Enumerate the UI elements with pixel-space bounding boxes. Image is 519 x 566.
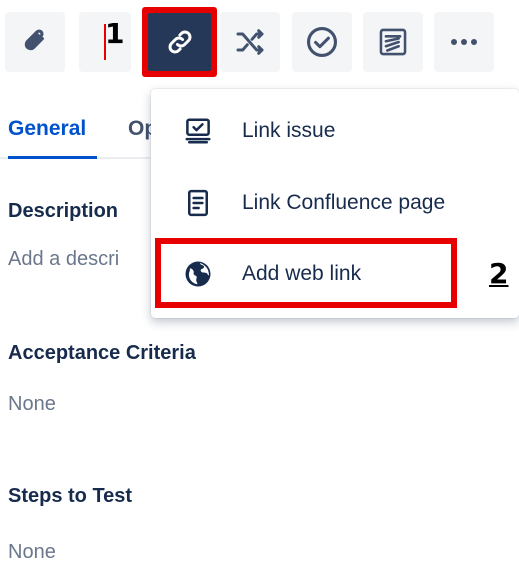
more-button[interactable] (434, 12, 494, 72)
menu-item-label: Link issue (242, 119, 336, 142)
link-button[interactable] (142, 7, 217, 77)
issue-panel: 1 General Op Description Add a descri Ac… (0, 0, 519, 566)
step-1-annotation: 1 (105, 17, 125, 50)
step-2-annotation: 2 (489, 257, 509, 290)
tab-general[interactable]: General (8, 118, 86, 139)
attach-button[interactable] (5, 12, 65, 72)
menu-item-label: Add web link (242, 262, 362, 285)
menu-item-link-issue[interactable]: Link issue (151, 101, 519, 161)
steps-to-test-label: Steps to Test (8, 485, 133, 507)
link-button-active (148, 13, 211, 71)
confluence-page-icon (181, 186, 215, 220)
template-button[interactable] (363, 12, 423, 72)
description-label: Description (8, 200, 119, 222)
paperclip-icon (19, 26, 51, 58)
link-issue-icon (181, 114, 215, 148)
link-icon (165, 27, 195, 57)
template-icon (376, 25, 410, 59)
acceptance-criteria-label: Acceptance Criteria (8, 342, 196, 364)
acceptance-criteria-field[interactable]: None (8, 394, 56, 414)
more-icon (450, 38, 478, 46)
tab-active-indicator (8, 156, 97, 159)
check-circle-icon (305, 25, 339, 59)
menu-item-add-web-link[interactable]: Add web link (151, 244, 519, 304)
checklist-button[interactable] (292, 12, 352, 72)
description-field[interactable]: Add a descri (8, 249, 119, 269)
link-dropdown-menu: Link issue Link Confluence page Add web … (151, 89, 519, 318)
menu-item-link-confluence-page[interactable]: Link Confluence page (151, 173, 519, 233)
steps-to-test-field[interactable]: None (8, 542, 56, 562)
globe-icon (181, 257, 215, 291)
menu-item-label: Link Confluence page (242, 191, 446, 214)
shuffle-icon (234, 26, 266, 58)
shuffle-button[interactable] (220, 12, 280, 72)
